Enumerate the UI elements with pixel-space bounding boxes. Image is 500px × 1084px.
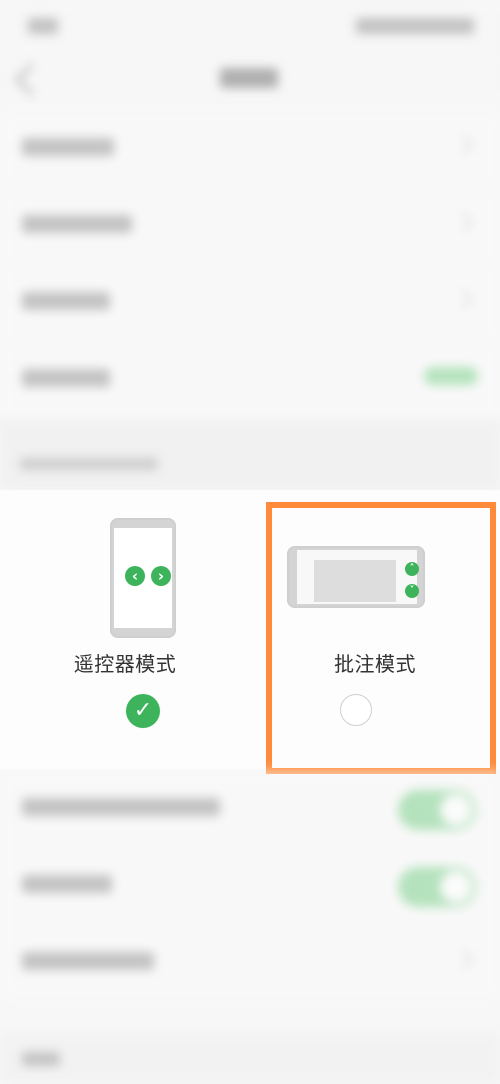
annotation-mode-label: 批注模式 [334, 652, 416, 676]
back-icon[interactable] [15, 63, 48, 96]
settings-row-label-blurred [22, 369, 110, 387]
settings-row-label-blurred [22, 952, 154, 970]
chevron-right-icon [453, 212, 473, 232]
mode-selector-panel: ‹ › 遥控器模式 ✓ ˄ ˅ 批注模式 [0, 490, 500, 770]
unselected-radio-icon[interactable] [340, 694, 372, 726]
lower-settings-blurred [0, 770, 500, 1084]
settings-row-label-blurred [22, 875, 112, 893]
chevron-right-icon [453, 289, 473, 309]
chevron-right-circle-icon: › [151, 566, 171, 586]
settings-row[interactable] [0, 187, 500, 265]
top-nav-bar [0, 56, 500, 104]
settings-row[interactable] [0, 341, 500, 419]
section-caption-area [0, 420, 500, 490]
settings-row[interactable] [0, 264, 500, 342]
settings-row[interactable] [0, 924, 500, 1002]
footer-section [0, 1032, 500, 1084]
settings-toggle-row[interactable] [0, 847, 500, 925]
landscape-phone-screen: ˄ ˅ [297, 550, 419, 604]
section-caption-blurred [20, 458, 158, 470]
page-title-blurred [220, 68, 278, 88]
settings-row-label-blurred [22, 215, 132, 233]
settings-list-blurred [0, 110, 500, 420]
settings-row-label-blurred [22, 292, 110, 310]
chevron-left-circle-icon: ‹ [125, 566, 145, 586]
chevron-up-circle-icon: ˄ [405, 562, 419, 576]
status-bar-right-blurred [356, 18, 474, 34]
settings-screen: ‹ › 遥控器模式 ✓ ˄ ˅ 批注模式 [0, 0, 500, 1084]
remote-mode-option[interactable]: ‹ › 遥控器模式 ✓ [0, 490, 250, 770]
remote-mode-label: 遥控器模式 [73, 652, 177, 676]
chevron-right-icon [453, 135, 473, 155]
landscape-phone-illustration: ˄ ˅ [287, 546, 425, 608]
status-bar-left-blurred [28, 18, 58, 34]
selected-check-icon[interactable]: ✓ [126, 694, 160, 728]
annotation-mode-option[interactable]: ˄ ˅ 批注模式 [250, 490, 500, 770]
portrait-phone-illustration: ‹ › [110, 518, 176, 638]
status-value-blurred [424, 367, 478, 385]
chevron-right-icon [453, 949, 473, 969]
toggle-switch[interactable] [398, 790, 476, 830]
settings-row[interactable] [0, 110, 500, 188]
settings-toggle-row[interactable] [0, 770, 500, 848]
toggle-switch[interactable] [398, 867, 476, 907]
settings-row-label-blurred [22, 138, 114, 156]
footer-label-blurred [22, 1052, 60, 1066]
status-bar [0, 0, 500, 56]
landscape-content-area [314, 560, 396, 602]
chevron-down-circle-icon: ˅ [405, 584, 419, 598]
settings-row-label-blurred [22, 798, 220, 816]
portrait-phone-screen: ‹ › [114, 528, 172, 628]
